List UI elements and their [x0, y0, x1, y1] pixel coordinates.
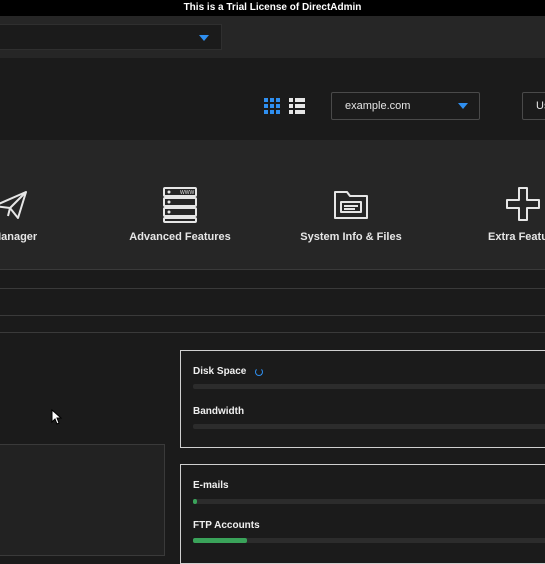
divider: [0, 288, 545, 289]
grid-view-icon[interactable]: [264, 98, 280, 114]
resource-usage-panel: Disk Space Bandwidth: [180, 350, 545, 448]
category-label: Advanced Features: [129, 231, 231, 243]
divider: [0, 269, 545, 270]
emails-progress: [193, 499, 545, 504]
category-panel: il Manager WWW Advanced Features Syste: [0, 140, 545, 270]
top-dropdown[interactable]: [0, 24, 222, 50]
bandwidth-label: Bandwidth: [193, 406, 245, 417]
divider: [0, 332, 545, 333]
account-usage-panel: E-mails FTP Accounts: [180, 464, 545, 564]
server-www-icon: WWW: [163, 187, 197, 223]
emails-label: E-mails: [193, 480, 229, 491]
list-view-icon[interactable]: [289, 98, 305, 114]
svg-text:WWW: WWW: [180, 190, 194, 196]
disk-space-progress: [193, 384, 545, 389]
category-label: il Manager: [0, 231, 38, 243]
paper-plane-icon: [0, 191, 27, 219]
category-email-manager[interactable]: il Manager: [0, 140, 75, 270]
mouse-cursor-icon: [51, 409, 63, 425]
chevron-down-icon: [199, 35, 209, 41]
category-label: Extra Featu: [488, 231, 545, 243]
category-advanced-features[interactable]: WWW Advanced Features: [115, 140, 245, 270]
loading-spinner-icon: [255, 368, 263, 376]
category-extra-features[interactable]: Extra Featu: [458, 140, 545, 270]
top-bar: [0, 16, 545, 58]
plus-icon: [506, 187, 540, 221]
disk-space-label: Disk Space: [193, 366, 247, 377]
divider: [0, 315, 545, 316]
trial-license-banner: This is a Trial License of DirectAdmin: [0, 0, 545, 16]
left-panel: [0, 444, 165, 556]
user-menu-button[interactable]: Us: [522, 92, 545, 120]
ftp-accounts-label: FTP Accounts: [193, 520, 260, 531]
bandwidth-progress: [193, 424, 545, 429]
domain-select[interactable]: example.com: [331, 92, 480, 120]
folder-icon: [334, 191, 368, 219]
category-label: System Info & Files: [300, 231, 402, 243]
user-menu-label: Us: [536, 100, 545, 112]
chevron-down-icon: [458, 103, 468, 109]
domain-select-value: example.com: [345, 100, 411, 112]
category-system-info-files[interactable]: System Info & Files: [286, 140, 416, 270]
ftp-accounts-progress: [193, 538, 545, 543]
